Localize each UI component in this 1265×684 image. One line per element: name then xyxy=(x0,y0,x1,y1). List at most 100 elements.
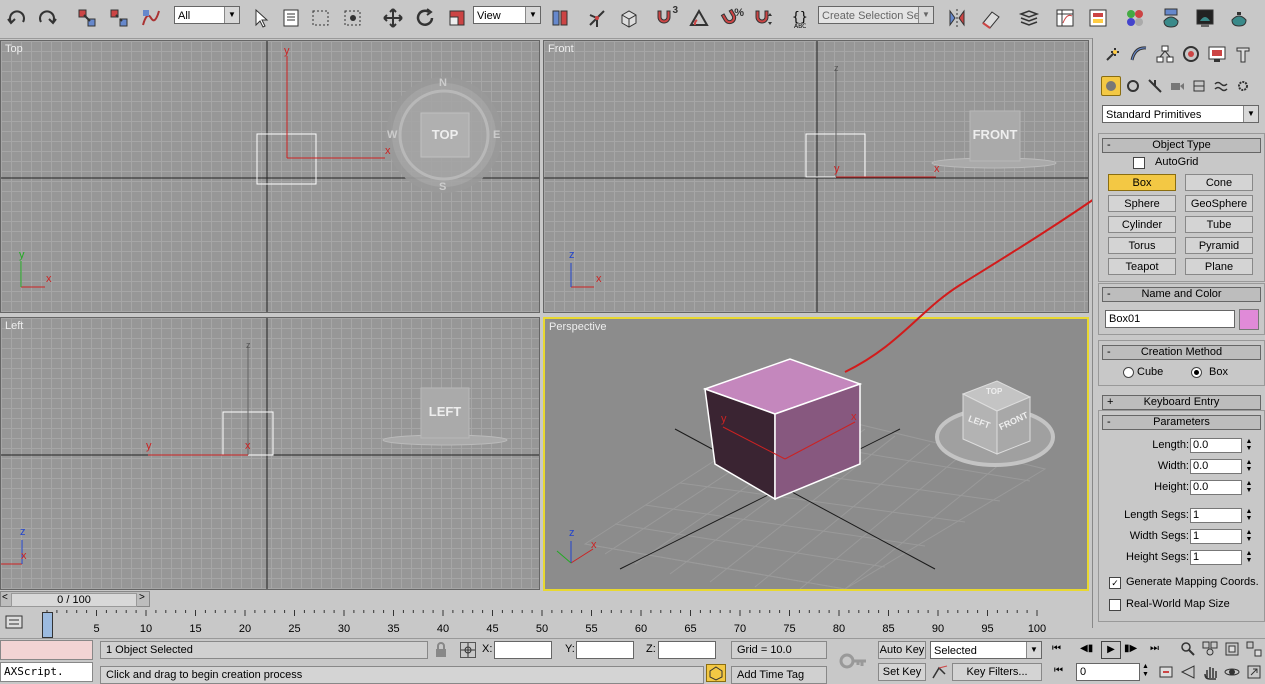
object-category-value: Standard Primitives xyxy=(1106,109,1201,121)
set-key-mode-key-icon[interactable] xyxy=(838,650,868,675)
x-coordinate-input[interactable] xyxy=(494,641,552,659)
cube-radio[interactable] xyxy=(1123,367,1134,378)
spinner-arrows-icon[interactable]: ▲▼ xyxy=(1244,508,1254,523)
parameters-rollout-header[interactable]: -Parameters xyxy=(1102,415,1261,430)
time-configuration-icon[interactable] xyxy=(1158,664,1174,683)
key-mode-toggle-icon[interactable]: ⏮ xyxy=(1054,665,1063,676)
maximize-viewport-icon[interactable] xyxy=(1246,664,1262,683)
track-bar[interactable]: 0510152025303540455055606570758085909510… xyxy=(0,610,1092,637)
width-segs-input[interactable]: 1 xyxy=(1190,529,1242,544)
teapot-button[interactable]: Teapot xyxy=(1108,258,1176,275)
absolute-mode-icon[interactable] xyxy=(460,642,476,658)
maxscript-listener-top[interactable] xyxy=(0,640,93,660)
motion-tab-icon[interactable] xyxy=(1181,44,1201,67)
spinner-arrows-icon[interactable]: ▲▼ xyxy=(1244,480,1254,495)
z-coordinate-input[interactable] xyxy=(658,641,716,659)
selection-status: 1 Object Selected xyxy=(100,641,428,659)
frame-tick-label: 50 xyxy=(536,623,548,635)
key-filters-button[interactable]: Key Filters... xyxy=(952,663,1042,681)
current-frame-marker[interactable] xyxy=(42,612,53,638)
torus-button[interactable]: Torus xyxy=(1108,237,1176,254)
spinner-arrows-icon[interactable]: ▲▼ xyxy=(1142,663,1149,679)
frame-tick-label: 10 xyxy=(140,623,152,635)
cone-button[interactable]: Cone xyxy=(1185,174,1253,191)
time-tag-icon[interactable] xyxy=(706,664,726,682)
helpers-category-icon[interactable] xyxy=(1191,78,1207,97)
real-world-map-checkbox[interactable] xyxy=(1109,599,1121,611)
y-coordinate-input[interactable] xyxy=(576,641,634,659)
spinner-arrows-icon[interactable]: ▲▼ xyxy=(1244,459,1254,474)
geometry-category-icon[interactable] xyxy=(1101,76,1121,96)
sphere-button[interactable]: Sphere xyxy=(1108,195,1176,212)
space-warps-category-icon[interactable] xyxy=(1213,78,1229,97)
keyboard-entry-rollout-header[interactable]: +Keyboard Entry xyxy=(1102,395,1261,410)
display-tab-icon[interactable] xyxy=(1207,44,1227,67)
object-type-rollout-header[interactable]: -Object Type xyxy=(1102,138,1261,153)
zoom-extents-all-icon[interactable] xyxy=(1246,641,1262,660)
spinner-arrows-icon[interactable]: ▲▼ xyxy=(1244,529,1254,544)
height-segs-input[interactable]: 1 xyxy=(1190,550,1242,565)
default-in-out-tangents-icon[interactable] xyxy=(931,664,949,683)
systems-category-icon[interactable] xyxy=(1235,78,1251,97)
length-input[interactable]: 0.0 xyxy=(1190,438,1242,453)
collapse-icon: - xyxy=(1107,139,1111,152)
pan-view-icon[interactable] xyxy=(1202,664,1218,683)
time-slider-prev-icon[interactable]: < xyxy=(2,592,8,603)
box-radio[interactable] xyxy=(1191,367,1202,378)
name-color-rollout-header[interactable]: -Name and Color xyxy=(1102,287,1261,302)
orbit-icon[interactable] xyxy=(1224,664,1240,683)
time-slider[interactable]: < 0 / 100 > xyxy=(0,591,150,607)
autogrid-checkbox[interactable] xyxy=(1133,157,1145,169)
lights-category-icon[interactable] xyxy=(1147,78,1163,97)
height-input[interactable]: 0.0 xyxy=(1190,480,1242,495)
current-frame-input[interactable]: 0 xyxy=(1076,663,1140,681)
modify-tab-icon[interactable] xyxy=(1129,44,1149,67)
frame-tick-label: 80 xyxy=(833,623,845,635)
utilities-tab-icon[interactable] xyxy=(1233,44,1253,67)
time-slider-next-icon[interactable]: > xyxy=(139,592,145,603)
go-to-end-icon[interactable]: ⏭ xyxy=(1150,643,1159,654)
field-of-view-icon[interactable] xyxy=(1180,664,1196,683)
lock-selection-icon[interactable] xyxy=(434,642,448,661)
chevron-down-icon: ▼ xyxy=(1026,642,1041,658)
keyboard-entry-title: Keyboard Entry xyxy=(1144,396,1220,408)
zoom-all-icon[interactable] xyxy=(1202,641,1218,660)
frame-tick-label: 15 xyxy=(189,623,201,635)
spinner-arrows-icon[interactable]: ▲▼ xyxy=(1244,550,1254,565)
object-name-input[interactable]: Box01 xyxy=(1105,310,1235,328)
object-category-dropdown[interactable]: Standard Primitives▼ xyxy=(1102,105,1259,123)
geosphere-button[interactable]: GeoSphere xyxy=(1185,195,1253,212)
shapes-category-icon[interactable] xyxy=(1125,78,1141,97)
previous-frame-icon[interactable]: ◀▮ xyxy=(1080,643,1093,654)
add-time-tag-button[interactable]: Add Time Tag xyxy=(731,666,827,684)
key-mode-dropdown[interactable]: Selected▼ xyxy=(930,641,1042,659)
frame-tick-label: 5 xyxy=(93,623,99,635)
box-button[interactable]: Box xyxy=(1108,174,1176,191)
plane-button[interactable]: Plane xyxy=(1185,258,1253,275)
auto-key-button[interactable]: Auto Key xyxy=(878,641,926,659)
set-key-button[interactable]: Set Key xyxy=(878,663,926,681)
next-frame-icon[interactable]: ▮▶ xyxy=(1124,643,1137,654)
spinner-arrows-icon[interactable]: ▲▼ xyxy=(1244,438,1254,453)
collapse-icon: - xyxy=(1107,346,1111,359)
cameras-category-icon[interactable] xyxy=(1169,78,1185,97)
go-to-start-icon[interactable]: ⏮ xyxy=(1052,643,1061,654)
cylinder-button[interactable]: Cylinder xyxy=(1108,216,1176,233)
hierarchy-tab-icon[interactable] xyxy=(1155,44,1175,67)
pyramid-button[interactable]: Pyramid xyxy=(1185,237,1253,254)
play-icon[interactable]: ▶ xyxy=(1101,641,1121,659)
time-slider-thumb[interactable]: 0 / 100 xyxy=(11,593,137,607)
cube-radio-label: Cube xyxy=(1137,366,1163,378)
maxscript-mini-listener[interactable]: AXScript. xyxy=(0,662,93,682)
tube-button[interactable]: Tube xyxy=(1185,216,1253,233)
creation-method-rollout-header[interactable]: -Creation Method xyxy=(1102,345,1261,360)
create-tab-icon[interactable] xyxy=(1103,44,1123,67)
generate-mapping-checkbox[interactable]: ✓ xyxy=(1109,577,1121,589)
zoom-icon[interactable] xyxy=(1180,641,1196,660)
length-segs-input[interactable]: 1 xyxy=(1190,508,1242,523)
width-input[interactable]: 0.0 xyxy=(1190,459,1242,474)
frame-tick-label: 65 xyxy=(684,623,696,635)
zoom-extents-icon[interactable] xyxy=(1224,641,1240,660)
object-color-swatch[interactable] xyxy=(1239,309,1259,330)
grid-size-display: Grid = 10.0 xyxy=(731,641,827,659)
